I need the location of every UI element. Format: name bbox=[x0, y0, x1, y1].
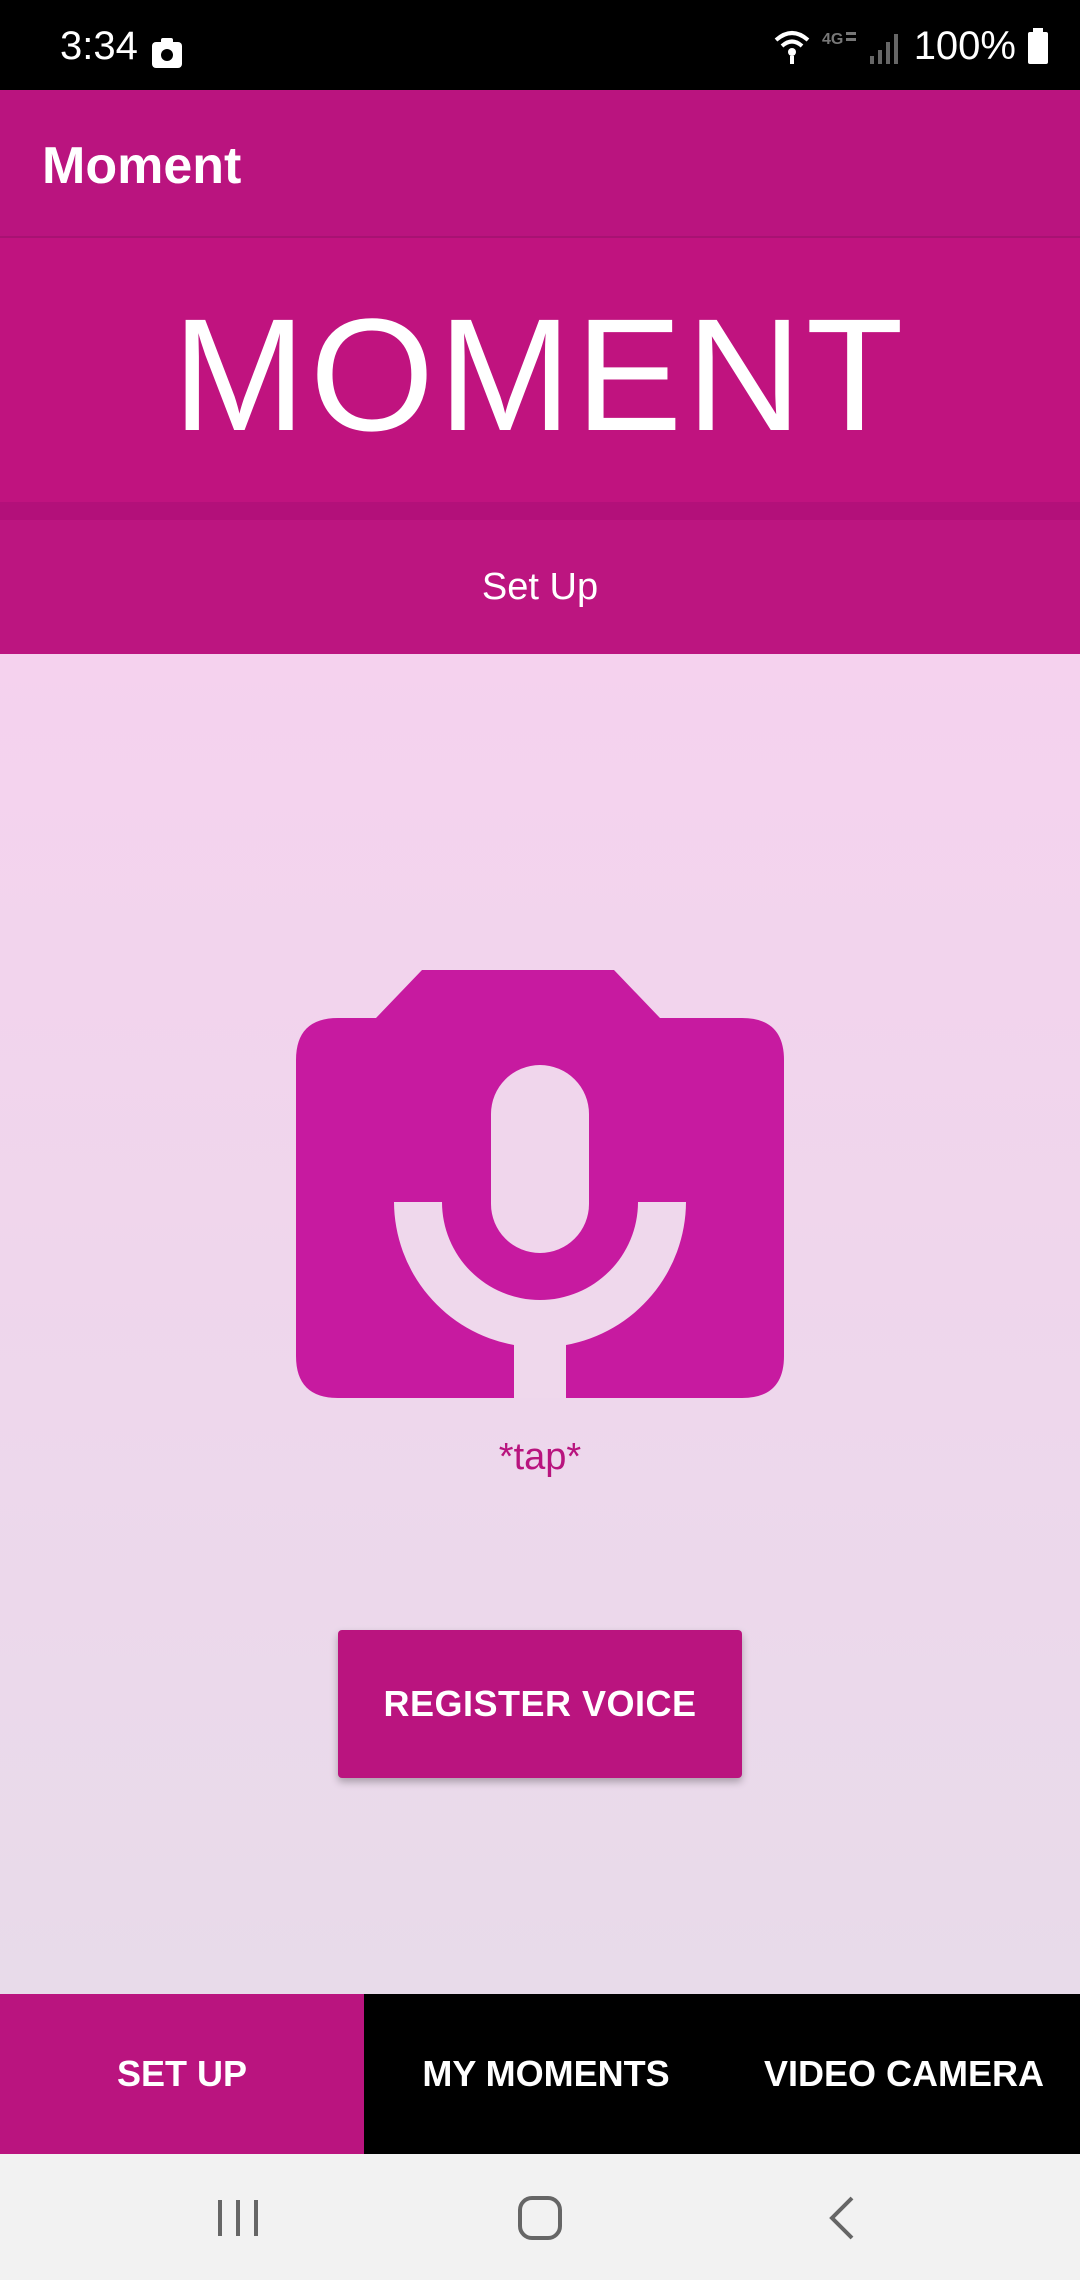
home-icon[interactable] bbox=[512, 2190, 568, 2246]
lte-icon: 4G bbox=[822, 31, 856, 48]
banner-title: MOMENT bbox=[172, 285, 908, 464]
system-nav-bar bbox=[0, 2154, 1080, 2280]
photo-icon bbox=[152, 38, 182, 68]
back-icon[interactable] bbox=[820, 2192, 864, 2244]
tab-my-moments[interactable]: MY MOMENTS bbox=[364, 1994, 728, 2154]
battery-percent: 100% bbox=[913, 24, 1016, 68]
wifi-icon bbox=[774, 31, 810, 64]
tab-set-up[interactable]: SET UP bbox=[0, 1994, 364, 2154]
section-title: Set Up bbox=[481, 566, 599, 608]
banner: MOMENT bbox=[0, 238, 1080, 502]
recents-icon[interactable] bbox=[210, 2194, 266, 2242]
tap-label: *tap* bbox=[498, 1436, 582, 1478]
status-right: 4G 100% bbox=[772, 22, 1050, 70]
status-time: 3:34 bbox=[60, 24, 138, 68]
voice-camera-icon[interactable] bbox=[296, 970, 784, 1398]
bottom-tab-bar: SET UP MY MOMENTS VIDEO CAMERA bbox=[0, 1994, 1080, 2154]
app-bar: Moment bbox=[0, 90, 1080, 238]
svg-text:4G: 4G bbox=[822, 31, 843, 48]
section-header: Set Up bbox=[0, 520, 1080, 654]
status-bar: 3:34 4G 100% bbox=[0, 0, 1080, 90]
signal-icon bbox=[869, 34, 898, 64]
battery-icon bbox=[1028, 28, 1048, 64]
app-title: Moment bbox=[42, 137, 242, 195]
banner-divider bbox=[0, 502, 1080, 520]
tab-video-camera[interactable]: VIDEO CAMERA bbox=[728, 1994, 1080, 2154]
register-voice-button[interactable]: REGISTER VOICE bbox=[338, 1630, 742, 1778]
